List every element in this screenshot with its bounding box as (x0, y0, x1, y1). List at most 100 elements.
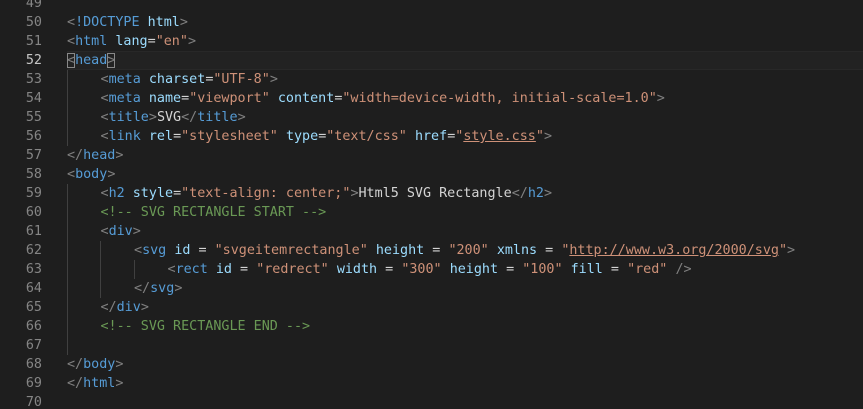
code-text[interactable]: <meta name="viewport" content="width=dev… (101, 89, 665, 108)
punctuation-token: </ (181, 110, 198, 125)
punctuation-token: /> (675, 262, 692, 277)
line-number: 68 (25, 357, 42, 372)
tag-token: html (75, 34, 108, 49)
punctuation-token: < (100, 91, 109, 106)
punctuation-token: > (269, 72, 278, 87)
tag-token: head (75, 53, 108, 68)
code-line[interactable]: 57 </head> (0, 146, 863, 165)
code-text[interactable]: <title>SVG</title> (101, 108, 246, 127)
code-text[interactable]: <rect id = "redrect" width = "300" heigh… (168, 260, 692, 279)
punctuation-token: </ (134, 281, 151, 296)
code-line[interactable]: 54 <meta name="viewport" content="width=d… (0, 89, 863, 108)
code-line[interactable]: 58 <body> (0, 165, 863, 184)
code-lines[interactable]: 49 50 <!DOCTYPE html> 51 <html lang="en"> 52 <… (0, 0, 863, 409)
attribute-token: charset (148, 72, 206, 87)
line-number: 58 (25, 167, 42, 182)
tag-token: body (83, 357, 116, 372)
attribute-token: height (449, 262, 499, 277)
code-line[interactable]: 68 </body> (0, 355, 863, 374)
indent-guide (67, 89, 68, 108)
code-line[interactable]: 63 <rect id = "redrect" width = "300" hei… (0, 260, 863, 279)
tag-token: h2 (527, 186, 544, 201)
text-token: = (190, 243, 215, 258)
code-text[interactable]: </div> (101, 298, 149, 317)
code-line[interactable]: 64 </svg> (0, 279, 863, 298)
link-token[interactable]: http://www.w3.org/2000/svg (569, 243, 779, 258)
code-line[interactable]: 59 <h2 style="text-align: center;">Html5 … (0, 184, 863, 203)
indent-guide (67, 260, 68, 279)
code-text[interactable]: </body> (67, 355, 123, 374)
attribute-token: type (285, 129, 319, 144)
code-text[interactable]: </html> (67, 374, 123, 393)
attribute-token: rel (148, 129, 174, 144)
text-token: = (424, 243, 449, 258)
punctuation-token: < (167, 262, 176, 277)
code-line[interactable]: 70 (0, 393, 863, 409)
code-line[interactable]: 55 <title>SVG</title> (0, 108, 863, 127)
string-token: "stylesheet" (181, 129, 278, 144)
code-line[interactable]: 66 <!-- SVG RECTANGLE END --> (0, 317, 863, 336)
code-text[interactable]: <!-- SVG RECTANGLE START --> (101, 203, 327, 222)
line-number: 61 (25, 224, 42, 239)
code-line[interactable]: 50 <!DOCTYPE html> (0, 13, 863, 32)
string-token: "svgeitemrectangle" (214, 243, 368, 258)
text-token: = (498, 262, 523, 277)
line-number: 67 (25, 338, 42, 353)
code-text[interactable]: </head> (67, 146, 123, 165)
line-number: 54 (25, 91, 42, 106)
code-line[interactable]: 61 <div> (0, 222, 863, 241)
tag-token: rect (175, 262, 208, 277)
tag-token: link (108, 129, 141, 144)
line-number: 69 (25, 376, 42, 391)
line-number: 63 (25, 262, 42, 277)
code-line[interactable]: 51 <html lang="en"> (0, 32, 863, 51)
code-text[interactable]: <!DOCTYPE html> (67, 13, 188, 32)
punctuation-token: < (67, 34, 76, 49)
code-line[interactable]: 60 <!-- SVG RECTANGLE START --> (0, 203, 863, 222)
code-line[interactable]: 49 (0, 0, 863, 13)
line-number: 57 (25, 148, 42, 163)
code-line[interactable]: 67 (0, 336, 863, 355)
string-token: "UTF-8" (213, 72, 270, 87)
code-line[interactable]: 53 <meta charset="UTF-8"> (0, 70, 863, 89)
code-text[interactable]: <div> (101, 222, 141, 241)
code-text[interactable]: <link rel="stylesheet" type="text/css" h… (101, 127, 553, 146)
matched-bracket: > (107, 53, 116, 68)
code-line[interactable]: 52 <head> (0, 51, 863, 70)
text-token: = (173, 129, 182, 144)
string-token: "100" (522, 262, 563, 277)
code-text[interactable]: <h2 style="text-align: center;">Html5 SV… (101, 184, 553, 203)
string-token: " (535, 129, 544, 144)
code-text[interactable]: <body> (67, 165, 115, 184)
code-line[interactable]: 69 </html> (0, 374, 863, 393)
tag-token: title (197, 110, 238, 125)
code-text[interactable]: </svg> (134, 279, 182, 298)
code-line[interactable]: 62 <svg id = "svgeitemrectangle" height =… (0, 241, 863, 260)
code-text[interactable]: <head> (67, 51, 116, 70)
string-token: "en" (155, 34, 188, 49)
line-number: 66 (25, 319, 42, 334)
code-text[interactable]: <svg id = "svgeitemrectangle" height = "… (134, 241, 795, 260)
string-token: "viewport" (189, 91, 270, 106)
string-token: " (778, 243, 788, 258)
tag-token: meta (108, 91, 141, 106)
code-line[interactable]: 56 <link rel="stylesheet" type="text/css"… (0, 127, 863, 146)
punctuation-token: > (115, 148, 124, 163)
punctuation-token: > (656, 91, 665, 106)
indent-guide (67, 184, 68, 203)
tag-token: svg (142, 243, 167, 258)
line-number: 50 (25, 15, 42, 30)
code-text[interactable]: <html lang="en"> (67, 32, 196, 51)
code-line[interactable]: 65 </div> (0, 298, 863, 317)
tag-token: !DOCTYPE (75, 15, 140, 30)
link-token[interactable]: style.css (463, 129, 536, 144)
code-text[interactable]: <meta charset="UTF-8"> (101, 70, 278, 89)
code-text[interactable]: <!-- SVG RECTANGLE END --> (101, 317, 311, 336)
punctuation-token: > (148, 110, 157, 125)
line-number: 70 (25, 395, 42, 409)
code-editor[interactable]: 49 50 <!DOCTYPE html> 51 <html lang="en"> 52 <… (0, 0, 863, 409)
